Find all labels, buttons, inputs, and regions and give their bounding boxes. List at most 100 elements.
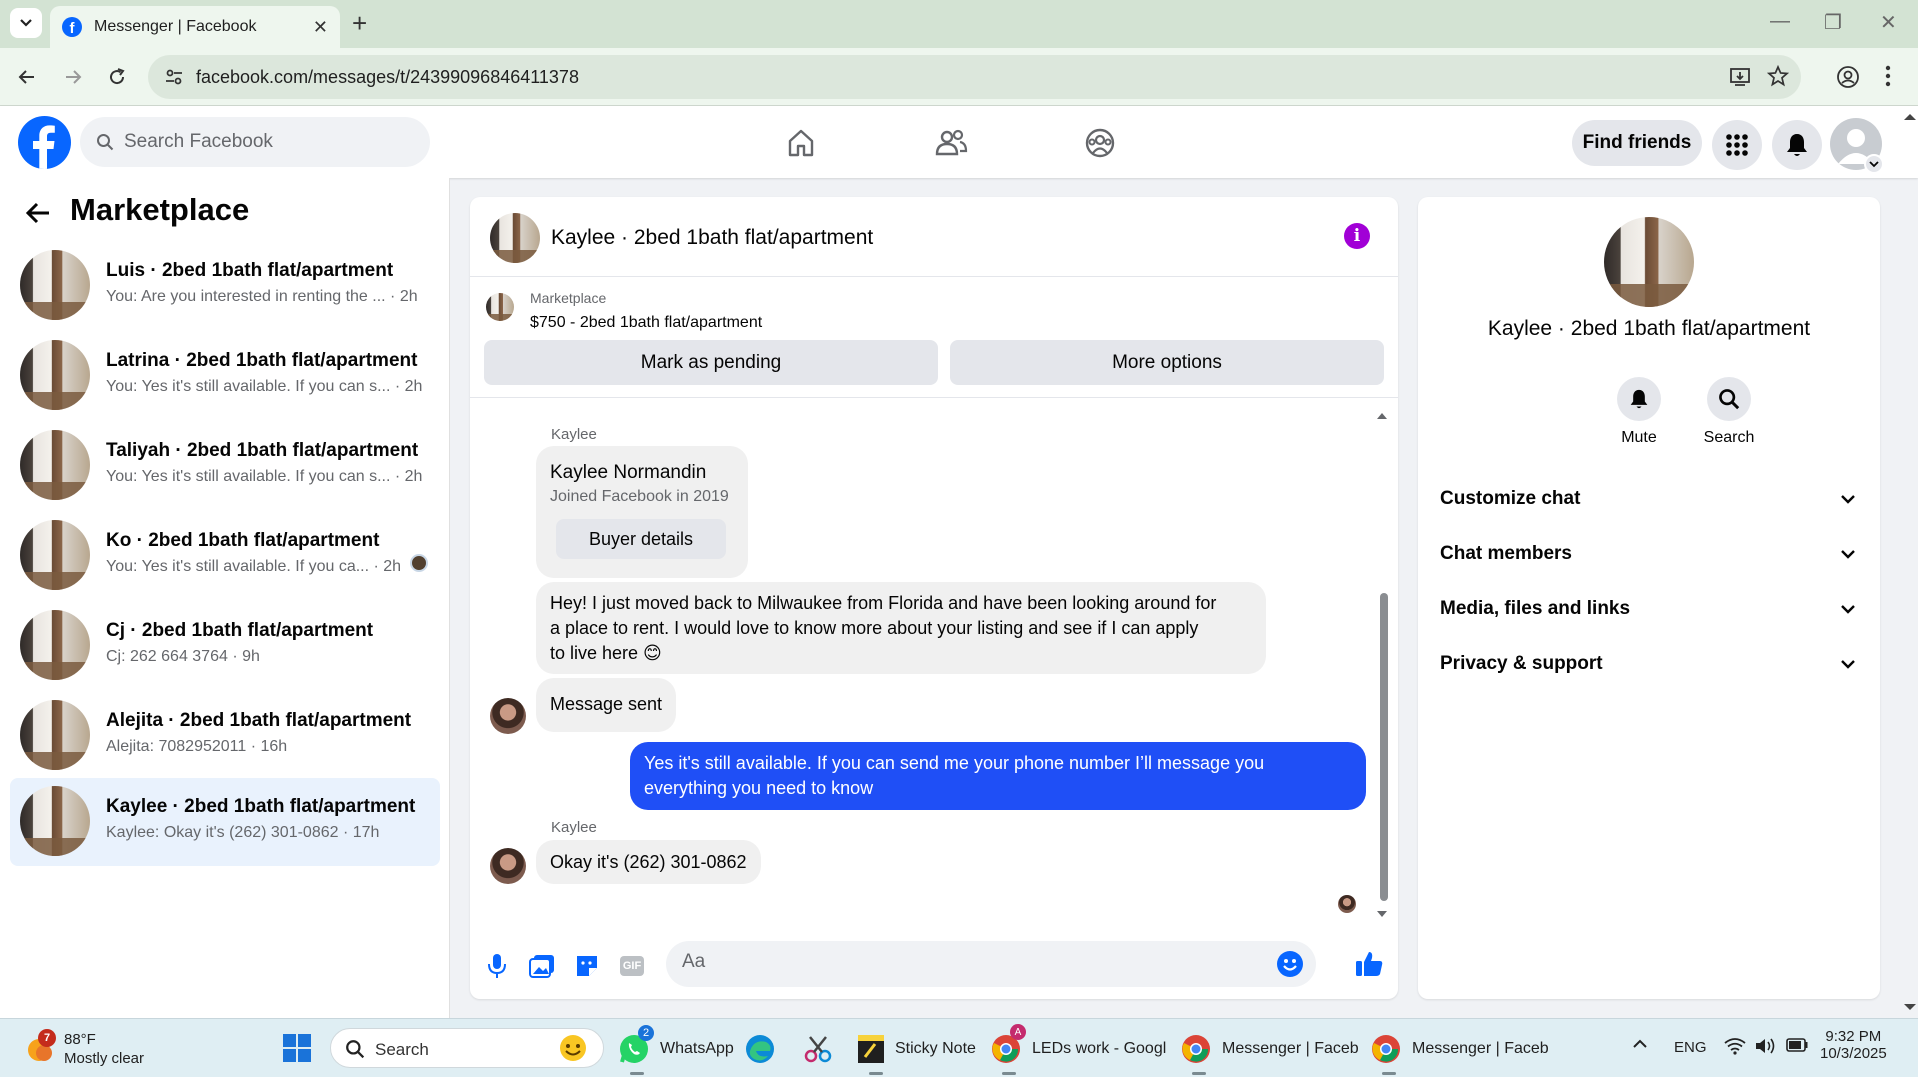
back-icon[interactable] [14, 64, 40, 90]
message-input-container[interactable] [666, 941, 1316, 987]
restore-icon[interactable]: ❐ [1824, 10, 1842, 35]
buyer-profile-card: Kaylee Normandin Joined Facebook in 2019… [536, 446, 748, 578]
gif-icon[interactable]: GIF [617, 951, 647, 981]
taskbar-search[interactable]: Search [330, 1028, 604, 1068]
wifi-icon[interactable] [1724, 1037, 1746, 1055]
section-label: Media, files and links [1440, 598, 1631, 619]
search-highlight-icon [560, 1035, 586, 1061]
customize-chat-section[interactable]: Customize chat [1432, 475, 1864, 523]
facebook-logo-icon[interactable] [18, 116, 71, 169]
emoji-icon[interactable] [1276, 950, 1304, 978]
account-menu-chevron-icon[interactable] [1864, 154, 1884, 174]
show-hidden-icons-chevron-icon[interactable] [1632, 1039, 1648, 1049]
groups-icon[interactable] [1077, 120, 1123, 166]
install-app-icon[interactable] [1729, 66, 1751, 88]
taskbar-edge[interactable] [744, 1029, 776, 1069]
address-bar[interactable]: facebook.com/messages/t/2439909684641137… [148, 55, 1801, 99]
chat-scrollbar-thumb[interactable] [1380, 593, 1388, 901]
conversation-preview: You: Yes it's still available. If you ca… [106, 558, 402, 575]
listing-title[interactable]: $750 - 2bed 1bath flat/apartment [530, 314, 762, 332]
battery-icon[interactable] [1786, 1038, 1808, 1052]
facebook-search[interactable] [80, 117, 430, 167]
chat-title[interactable]: Kaylee · 2bed 1bath flat/apartment [551, 226, 873, 250]
close-tab-icon[interactable]: ✕ [313, 17, 328, 38]
chat-header: Kaylee · 2bed 1bath flat/apartment i [470, 197, 1398, 277]
listing-thumbnail [20, 610, 90, 680]
home-icon[interactable] [778, 120, 824, 166]
page-scrollbar[interactable] [1902, 106, 1918, 1018]
privacy-support-section[interactable]: Privacy & support [1432, 640, 1864, 688]
kaylee-avatar[interactable] [490, 848, 526, 884]
listing-thumbnail [20, 340, 90, 410]
kaylee-avatar[interactable] [490, 698, 526, 734]
message-bubble-incoming: Okay it's (262) 301-0862 [536, 840, 761, 884]
volume-icon[interactable] [1754, 1037, 1776, 1055]
search-in-conversation-button[interactable]: Search [1694, 377, 1764, 447]
forward-icon[interactable] [60, 64, 86, 90]
more-options-button[interactable]: More options [950, 340, 1384, 385]
conversation-item-cj[interactable]: Cj · 2bed 1bath flat/apartment Cj: 262 6… [10, 602, 440, 690]
chat-members-section[interactable]: Chat members [1432, 530, 1864, 578]
media-files-links-section[interactable]: Media, files and links [1432, 585, 1864, 633]
message-input[interactable] [682, 951, 1242, 973]
find-friends-button[interactable]: Find friends [1572, 120, 1702, 166]
listing-thumbnail [20, 786, 90, 856]
microphone-icon[interactable] [482, 951, 512, 981]
taskbar-chrome-leds[interactable]: A LEDs work - Googl [990, 1024, 1166, 1075]
browser-tab-messenger[interactable]: f Messenger | Facebook ✕ [50, 6, 340, 48]
mute-button[interactable]: Mute [1604, 377, 1674, 447]
sticker-icon[interactable] [572, 951, 602, 981]
windows-start-icon[interactable] [282, 1033, 312, 1063]
browser-toolbar: facebook.com/messages/t/2439909684641137… [0, 48, 1918, 106]
new-tab-icon[interactable]: + [352, 10, 367, 36]
clock[interactable]: 9:32 PM 10/3/2025 [1820, 1028, 1887, 1062]
taskbar-whatsapp[interactable]: 2 WhatsApp [618, 1025, 734, 1075]
search-icon [1707, 377, 1751, 421]
facebook-header: Find friends [0, 106, 1918, 178]
weather-widget[interactable]: 7 88°F Mostly clear [22, 1029, 192, 1069]
browser-menu-icon[interactable] [1884, 64, 1892, 88]
running-indicator [1002, 1072, 1016, 1075]
conversation-item-kaylee[interactable]: Kaylee · 2bed 1bath flat/apartment Kayle… [10, 778, 440, 866]
reload-icon[interactable] [104, 64, 130, 90]
gallery-icon[interactable] [527, 951, 557, 981]
conversation-item-alejita[interactable]: Alejita · 2bed 1bath flat/apartment Alej… [10, 692, 440, 780]
conversation-name: Luis · 2bed 1bath flat/apartment [106, 260, 394, 281]
info-title: Kaylee · 2bed 1bath flat/apartment [1487, 317, 1811, 340]
conversation-item-ko[interactable]: Ko · 2bed 1bath flat/apartment You: Yes … [10, 512, 440, 600]
conversation-name: Taliyah · 2bed 1bath flat/apartment [106, 440, 419, 461]
listing-thumbnail[interactable] [1604, 217, 1694, 307]
profile-icon[interactable] [1836, 65, 1860, 89]
temperature: 88°F [64, 1031, 96, 1048]
like-icon[interactable] [1354, 949, 1384, 979]
taskbar-sticky-notes[interactable]: Sticky Note [857, 1029, 976, 1075]
notifications-bell-icon[interactable] [1772, 120, 1822, 170]
conversation-name: Cj · 2bed 1bath flat/apartment [106, 620, 374, 641]
menu-grid-icon[interactable] [1712, 120, 1762, 170]
conversation-item-taliyah[interactable]: Taliyah · 2bed 1bath flat/apartment You:… [10, 422, 440, 510]
facebook-search-input[interactable] [124, 131, 404, 153]
edge-icon [746, 1035, 774, 1063]
listing-thumbnail [20, 430, 90, 500]
read-receipt-avatar [1338, 895, 1356, 913]
running-indicator [1382, 1072, 1396, 1075]
back-arrow-icon[interactable] [24, 200, 52, 226]
info-icon[interactable]: i [1344, 223, 1370, 249]
bookmark-star-icon[interactable] [1767, 65, 1789, 87]
taskbar-chrome-messenger-2[interactable]: Messenger | Faceb [1370, 1029, 1549, 1075]
site-settings-icon[interactable] [164, 67, 184, 87]
close-window-icon[interactable]: ✕ [1880, 10, 1897, 35]
language-indicator[interactable]: ENG [1674, 1039, 1707, 1056]
taskbar-chrome-messenger-1[interactable]: Messenger | Faceb [1180, 1029, 1359, 1075]
minimize-icon[interactable]: — [1770, 10, 1790, 33]
taskbar-snipping-tool[interactable] [802, 1029, 834, 1069]
facebook-favicon-icon: f [62, 17, 82, 37]
conversation-item-luis[interactable]: Luis · 2bed 1bath flat/apartment You: Ar… [10, 242, 440, 330]
tab-search-button[interactable] [10, 8, 42, 38]
mark-as-pending-button[interactable]: Mark as pending [484, 340, 938, 385]
buyer-details-button[interactable]: Buyer details [556, 519, 726, 559]
listing-thumbnail[interactable] [490, 213, 540, 263]
conversation-item-latrina[interactable]: Latrina · 2bed 1bath flat/apartment You:… [10, 332, 440, 420]
friends-icon[interactable] [928, 120, 974, 166]
weather-badge: 7 [38, 1029, 56, 1047]
